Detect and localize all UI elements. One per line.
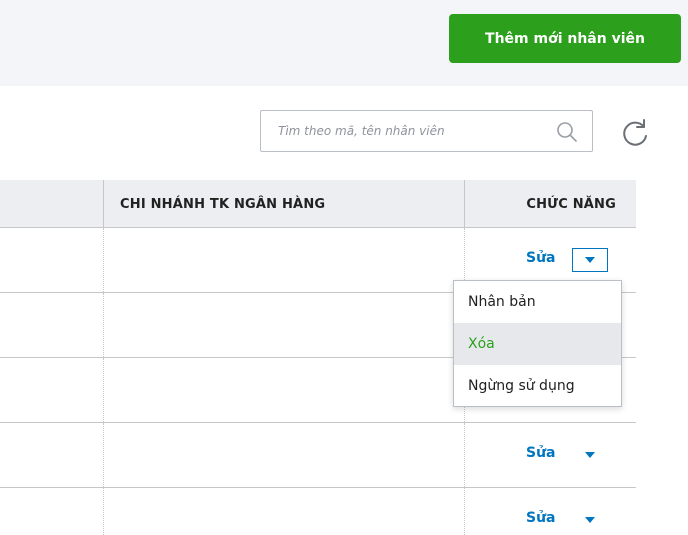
table-header: CHI NHÁNH TK NGÂN HÀNG CHỨC NĂNG	[0, 180, 636, 228]
column-divider	[103, 488, 104, 535]
search-input[interactable]	[261, 111, 541, 151]
more-actions-button[interactable]	[572, 508, 608, 532]
column-divider	[103, 423, 104, 487]
column-divider	[103, 228, 104, 292]
column-divider	[103, 293, 104, 357]
menu-item-delete[interactable]: Xóa	[454, 323, 621, 365]
edit-link[interactable]: Sửa	[526, 445, 556, 461]
edit-link[interactable]: Sửa	[526, 250, 556, 266]
more-actions-button[interactable]	[572, 248, 608, 272]
column-header-bank-branch[interactable]: CHI NHÁNH TK NGÂN HÀNG	[103, 180, 464, 228]
table-row[interactable]: Sửa	[0, 423, 636, 488]
edit-link[interactable]: Sửa	[526, 510, 556, 526]
refresh-icon[interactable]	[617, 116, 653, 152]
search-box	[260, 110, 593, 152]
add-employee-button[interactable]: Thêm mới nhân viên	[449, 14, 681, 63]
chevron-down-icon	[585, 452, 595, 458]
row-actions-menu: Nhân bản Xóa Ngừng sử dụng	[453, 280, 622, 407]
column-divider	[464, 488, 465, 535]
column-header-functions[interactable]: CHỨC NĂNG	[464, 180, 636, 228]
menu-item-duplicate[interactable]: Nhân bản	[454, 281, 621, 323]
column-divider	[464, 423, 465, 487]
more-actions-button[interactable]	[572, 443, 608, 467]
table-row[interactable]: Sửa	[0, 488, 636, 535]
top-toolbar: Thêm mới nhân viên	[0, 0, 688, 86]
column-divider	[103, 358, 104, 422]
search-icon[interactable]	[556, 121, 578, 143]
menu-item-deactivate[interactable]: Ngừng sử dụng	[454, 365, 621, 407]
chevron-down-icon	[585, 257, 595, 263]
chevron-down-icon	[585, 517, 595, 523]
